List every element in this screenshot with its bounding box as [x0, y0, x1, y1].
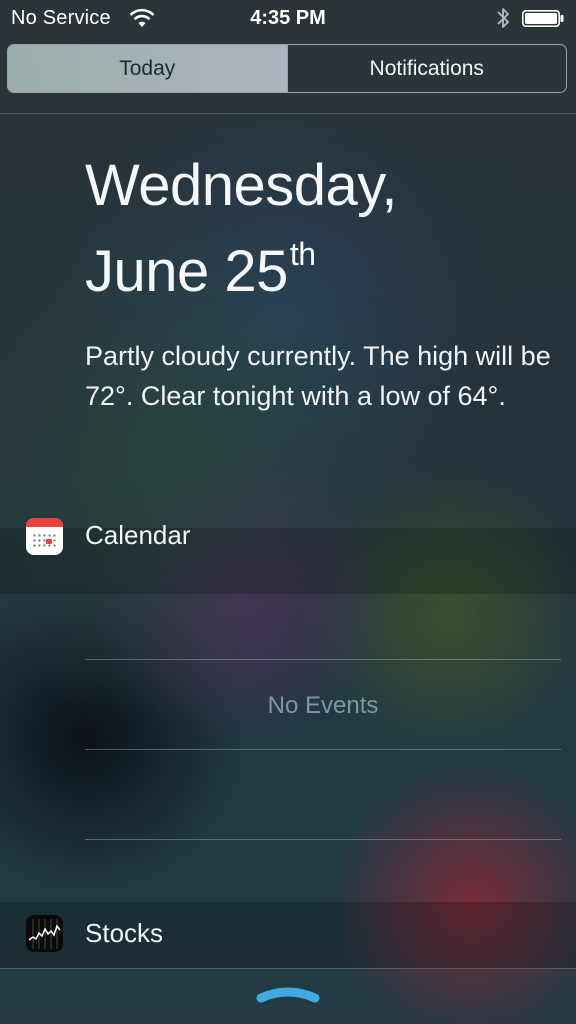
date-day: June 25th: [85, 220, 397, 306]
calendar-icon-header: [26, 518, 63, 527]
calendar-divider-3: [85, 839, 561, 840]
stocks-icon[interactable]: [26, 915, 63, 952]
today-notifications-segmented-control: Today Notifications: [7, 44, 567, 93]
weather-summary: Partly cloudy currently. The high will b…: [85, 341, 551, 411]
bluetooth-icon: [497, 8, 509, 28]
stocks-title[interactable]: Stocks: [85, 918, 163, 949]
tab-notifications[interactable]: Notifications: [286, 45, 567, 92]
no-events-label: No Events: [267, 692, 379, 719]
calendar-icon-marker: [46, 539, 52, 544]
grabber-handle-icon[interactable]: [256, 984, 320, 1004]
date-weekday: Wednesday,: [85, 153, 398, 218]
stocks-chart-glyph: [28, 919, 61, 949]
clock: 4:35 PM: [250, 7, 326, 29]
date-ordinal-suffix: th: [289, 236, 316, 272]
calendar-title[interactable]: Calendar: [85, 520, 191, 551]
calendar-icon-grid: [32, 533, 57, 549]
calendar-icon[interactable]: [26, 518, 63, 555]
battery-icon: [522, 10, 564, 27]
status-bar: No Service 4:35 PM: [0, 0, 576, 38]
calendar-divider-1: [85, 659, 561, 660]
calendar-divider-2: [85, 749, 561, 750]
tab-today[interactable]: Today: [8, 45, 287, 92]
date-heading: Wednesday, June 25th: [85, 152, 398, 306]
bottom-divider: [0, 968, 576, 969]
header-divider: [0, 113, 576, 114]
date-month-day: June 25: [85, 239, 288, 304]
